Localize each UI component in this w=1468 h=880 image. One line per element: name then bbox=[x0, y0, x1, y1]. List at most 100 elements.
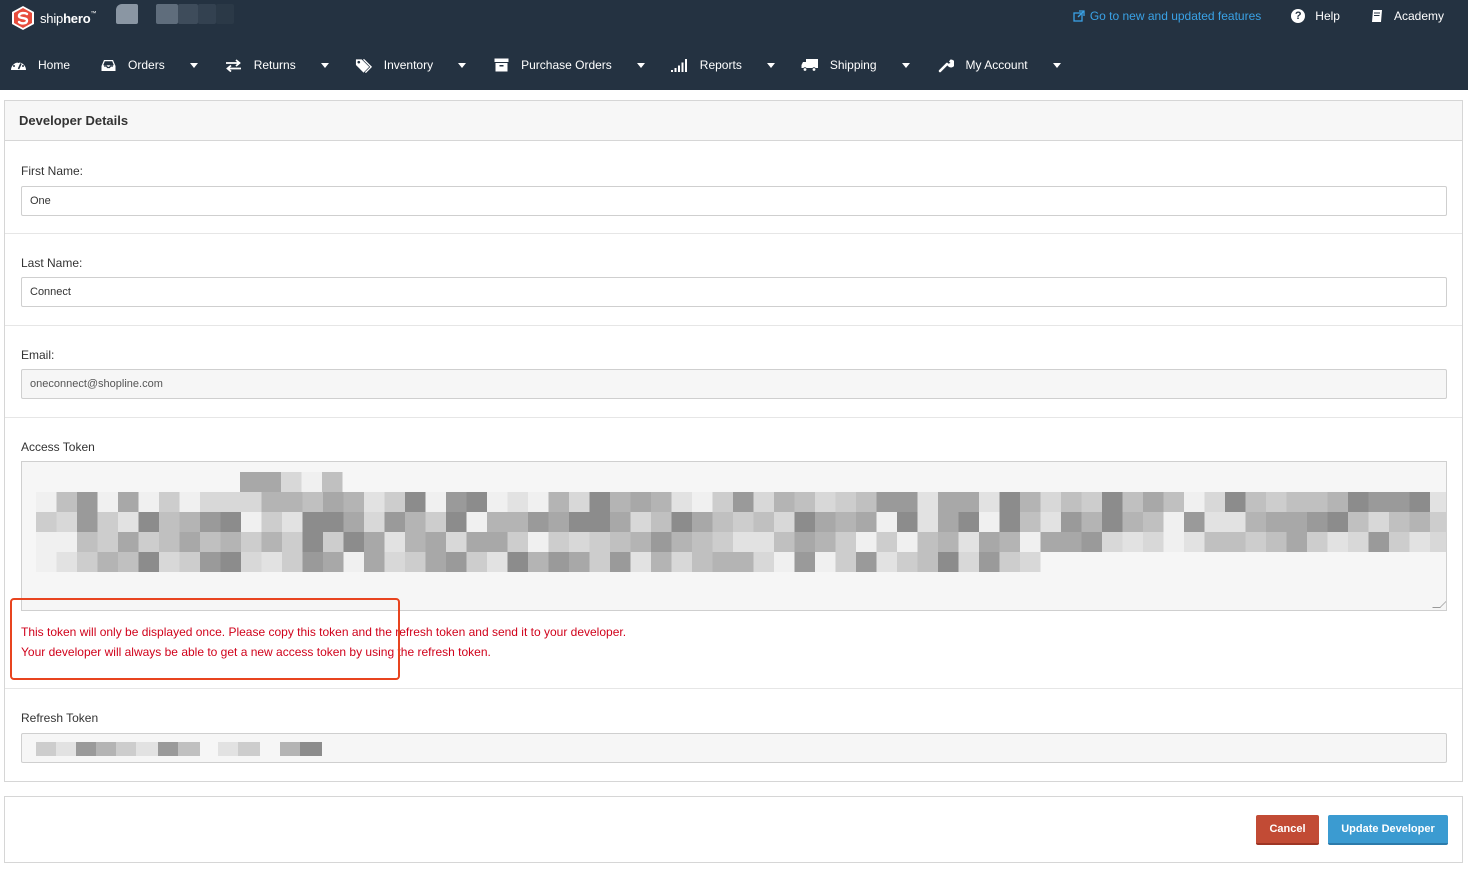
redaction-block bbox=[1163, 512, 1184, 532]
redaction-block bbox=[1348, 492, 1369, 512]
redaction-block bbox=[260, 472, 281, 492]
redaction-block bbox=[280, 742, 300, 756]
redaction-block bbox=[1061, 532, 1082, 552]
redaction-block bbox=[671, 492, 692, 512]
redaction-block bbox=[876, 552, 897, 572]
redacted-access-token bbox=[36, 472, 1446, 572]
redaction-block bbox=[712, 492, 733, 512]
redaction-block bbox=[136, 742, 158, 756]
redaction-block bbox=[630, 532, 651, 552]
redaction-block bbox=[569, 512, 590, 532]
chevron-down-icon bbox=[1052, 62, 1061, 68]
redaction-block bbox=[1245, 532, 1266, 552]
redaction-block bbox=[569, 492, 590, 512]
last-name-input[interactable] bbox=[21, 277, 1447, 307]
redaction-block bbox=[405, 512, 426, 532]
redaction-block bbox=[528, 532, 549, 552]
redaction-block bbox=[446, 492, 467, 512]
redaction-block bbox=[323, 492, 344, 512]
redaction-block bbox=[36, 512, 57, 532]
redaction-block bbox=[405, 552, 426, 572]
first-name-input[interactable] bbox=[21, 186, 1447, 216]
redaction-block bbox=[856, 492, 877, 512]
nav-inventory[interactable]: Inventory bbox=[355, 50, 467, 80]
nav-home[interactable]: Home bbox=[9, 50, 70, 80]
redaction-block bbox=[1081, 532, 1102, 552]
access-token-textarea[interactable] bbox=[21, 461, 1447, 611]
top-right-links: Go to new and updated features ? Help Ac… bbox=[1073, 6, 1444, 26]
redaction-block bbox=[630, 552, 651, 572]
redaction-block bbox=[835, 512, 856, 532]
redaction-block bbox=[589, 532, 610, 552]
redaction-block bbox=[56, 512, 77, 532]
redaction-block bbox=[630, 492, 651, 512]
last-name-label: Last Name: bbox=[21, 256, 83, 270]
refresh-token-input[interactable] bbox=[21, 733, 1447, 763]
redaction-block bbox=[159, 552, 180, 572]
redaction-block bbox=[815, 512, 836, 532]
access-token-group: Access Token This token will only be dis… bbox=[5, 418, 1462, 689]
redaction-block bbox=[712, 512, 733, 532]
redaction-block bbox=[876, 512, 897, 532]
redaction-block bbox=[1225, 532, 1246, 552]
redaction-block bbox=[77, 552, 98, 572]
redacted-area bbox=[198, 4, 216, 24]
redaction-block bbox=[302, 552, 323, 572]
shiphero-logo[interactable]: shiphero™ bbox=[10, 4, 96, 32]
help-link[interactable]: ? Help bbox=[1291, 9, 1340, 23]
redaction-block bbox=[507, 532, 528, 552]
redaction-block bbox=[1040, 532, 1061, 552]
redaction-block bbox=[1081, 492, 1102, 512]
new-features-label: Go to new and updated features bbox=[1089, 9, 1262, 23]
redaction-block bbox=[466, 492, 487, 512]
nav-purchase-orders[interactable]: Purchase Orders bbox=[492, 50, 645, 80]
redaction-block bbox=[97, 552, 118, 572]
panel-header: Developer Details bbox=[5, 101, 1462, 141]
email-input[interactable] bbox=[21, 369, 1447, 399]
redaction-block bbox=[1102, 492, 1123, 512]
cancel-button[interactable]: Cancel bbox=[1256, 815, 1319, 845]
nav-reports[interactable]: Reports bbox=[671, 50, 775, 80]
redaction-block bbox=[958, 492, 979, 512]
nav-returns[interactable]: Returns bbox=[225, 50, 329, 80]
nav-reports-label: Reports bbox=[699, 58, 742, 72]
redaction-block bbox=[1348, 512, 1369, 532]
token-warning-line1: This token will only be displayed once. … bbox=[21, 625, 627, 639]
redaction-block bbox=[938, 552, 959, 572]
redaction-block bbox=[528, 552, 549, 572]
nav-inventory-label: Inventory bbox=[383, 58, 434, 72]
redaction-block bbox=[1286, 512, 1307, 532]
chevron-down-icon bbox=[458, 62, 467, 68]
redaction-block bbox=[528, 492, 549, 512]
redaction-block bbox=[1245, 512, 1266, 532]
nav-my-account[interactable]: My Account bbox=[937, 50, 1061, 80]
academy-label: Academy bbox=[1393, 9, 1444, 23]
academy-link[interactable]: Academy bbox=[1370, 9, 1444, 23]
redaction-block bbox=[159, 492, 180, 512]
redaction-block bbox=[446, 552, 467, 572]
nav-orders[interactable]: Orders bbox=[99, 50, 198, 80]
redaction-block bbox=[1368, 512, 1389, 532]
new-features-link[interactable]: Go to new and updated features bbox=[1073, 9, 1261, 23]
redaction-block bbox=[794, 552, 815, 572]
redaction-block bbox=[220, 492, 241, 512]
redaction-block bbox=[835, 492, 856, 512]
redaction-block bbox=[917, 552, 938, 572]
redaction-block bbox=[261, 532, 282, 552]
nav-shipping[interactable]: Shipping bbox=[801, 50, 910, 80]
redaction-block bbox=[343, 532, 364, 552]
update-developer-button[interactable]: Update Developer bbox=[1328, 815, 1448, 845]
redaction-block bbox=[97, 492, 118, 512]
redacted-area bbox=[216, 4, 234, 24]
redaction-block bbox=[753, 512, 774, 532]
redaction-block bbox=[979, 512, 1000, 532]
redaction-block bbox=[282, 512, 303, 532]
redaction-block bbox=[958, 552, 979, 572]
redaction-block bbox=[282, 492, 303, 512]
redaction-block bbox=[466, 552, 487, 572]
redaction-block bbox=[96, 742, 116, 756]
redaction-block bbox=[548, 532, 569, 552]
redaction-block bbox=[548, 512, 569, 532]
redaction-block bbox=[487, 532, 508, 552]
redaction-block bbox=[77, 512, 98, 532]
